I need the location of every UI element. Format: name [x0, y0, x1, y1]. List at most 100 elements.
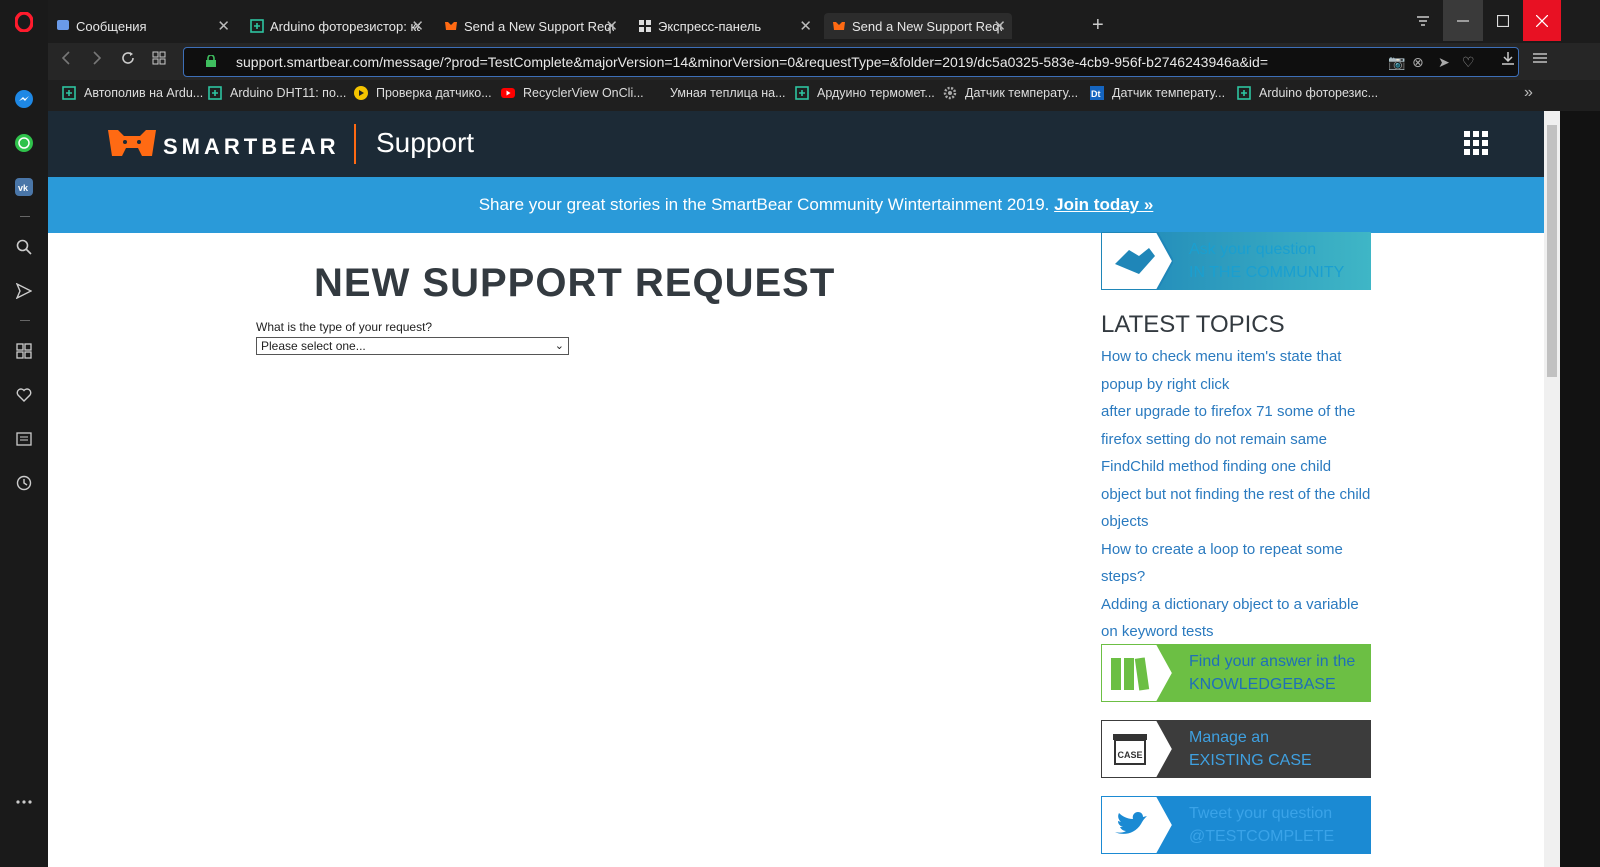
case-icon-label: CASE [1117, 750, 1142, 760]
smartbear-icon [445, 22, 457, 30]
community-promo[interactable]: Ask your question IN THE COMMUNITY [1101, 232, 1371, 290]
tab-support-request-1[interactable]: Send a New Support Reque ✕ [436, 13, 624, 39]
bookmark-item[interactable]: RecyclerView OnCli... [501, 86, 644, 100]
topic-link[interactable]: How to create a loop to repeat some step… [1101, 536, 1373, 591]
more-bookmarks-icon[interactable]: » [1524, 84, 1533, 102]
topic-link[interactable]: FindChild method finding one child objec… [1101, 453, 1373, 536]
bookmark-label: Ардуино термомет... [817, 86, 935, 100]
download-icon[interactable] [1498, 51, 1518, 70]
books-icon [1101, 644, 1175, 702]
case-box-icon: CASE [1101, 720, 1175, 778]
blank-page-icon [648, 86, 662, 100]
web-page: SMARTBEAR Support Share your great stori… [48, 111, 1584, 867]
snapshot-icon[interactable]: 📷 [1388, 54, 1405, 71]
back-icon[interactable] [56, 51, 76, 70]
easy-setup-icon[interactable] [1530, 51, 1550, 69]
tab-speed-dial[interactable]: Экспресс-панель ✕ [630, 13, 818, 39]
whatsapp-icon[interactable] [14, 133, 34, 153]
close-icon[interactable]: ✕ [605, 17, 618, 35]
history-icon[interactable] [14, 473, 34, 493]
bookmark-label: Проверка датчико... [376, 86, 492, 100]
twitter-line2: @TESTCOMPLETE [1189, 828, 1335, 845]
close-window-button[interactable] [1523, 0, 1561, 41]
speed-dial-icon[interactable] [14, 341, 34, 361]
twitter-promo[interactable]: Tweet your question @TESTCOMPLETE [1101, 796, 1371, 854]
bookmark-item[interactable]: Проверка датчико... [354, 86, 492, 100]
close-icon[interactable]: ✕ [217, 17, 230, 35]
address-bar[interactable]: support.smartbear.com/message/?prod=Test… [183, 47, 1519, 77]
speed-dial-nav-icon[interactable] [149, 51, 169, 70]
page-scrollbar[interactable] [1544, 111, 1560, 867]
tab-title: Send a New Support Reque [464, 18, 614, 34]
close-icon[interactable]: ✕ [993, 17, 1006, 35]
twitter-icon [1101, 796, 1175, 854]
minimize-button[interactable] [1443, 0, 1483, 41]
dt-logo-icon: Dt [1090, 86, 1104, 100]
close-icon[interactable]: ✕ [411, 17, 424, 35]
topic-link[interactable]: after upgrade to firefox 71 some of the … [1101, 398, 1373, 453]
search-icon[interactable] [14, 237, 34, 257]
send-icon[interactable] [14, 281, 34, 301]
apps-grid-icon[interactable] [1464, 131, 1488, 155]
bookmark-item[interactable]: Arduino DHT11: по... [208, 86, 346, 100]
latest-topics-list: How to check menu item's state that popu… [1101, 343, 1373, 646]
gear-icon [943, 86, 957, 100]
knowledgebase-promo[interactable]: Find your answer in the KNOWLEDGEBASE [1101, 644, 1371, 702]
select-value: Please select one... [261, 339, 366, 353]
new-tab-button[interactable]: + [1092, 14, 1104, 37]
vk-icon[interactable]: vk [14, 177, 34, 197]
block-icon[interactable]: ⊗ [1412, 54, 1424, 71]
latest-topics-heading: LATEST TOPICS [1101, 311, 1285, 338]
more-icon[interactable] [14, 792, 34, 812]
heart-icon[interactable] [14, 385, 34, 405]
logo-divider [354, 124, 356, 164]
bookmark-plus-icon [250, 19, 264, 33]
sidebar-divider [20, 216, 30, 217]
tab-messages[interactable]: Сообщения ✕ [48, 13, 236, 39]
join-today-link[interactable]: Join today » [1054, 195, 1153, 214]
bookmark-label: Датчик температу... [1112, 86, 1226, 100]
bookmark-item[interactable]: Датчик температу... [943, 86, 1078, 100]
bookmark-item[interactable]: Умная теплица на... [648, 86, 786, 100]
request-type-select[interactable]: Please select one... ⌄ [256, 337, 569, 355]
site-header: SMARTBEAR Support [48, 111, 1584, 177]
knowledgebase-line1: Find your answer in the [1189, 653, 1356, 670]
navigation-bar: support.smartbear.com/message/?prod=Test… [48, 43, 1600, 80]
smartbear-logo-icon[interactable] [108, 128, 156, 158]
topic-link[interactable]: How to check menu item's state that popu… [1101, 343, 1373, 398]
logo-wordmark[interactable]: SMARTBEAR [163, 134, 340, 160]
bookmark-item[interactable]: Dt Датчик температу... [1090, 86, 1225, 100]
existing-case-promo[interactable]: CASE Manage an EXISTING CASE [1101, 720, 1371, 778]
sidebar-divider [20, 320, 30, 321]
url-text[interactable]: support.smartbear.com/message/?prod=Test… [236, 54, 1268, 70]
page-title: NEW SUPPORT REQUEST [314, 261, 836, 305]
bookmark-plus-icon [62, 86, 76, 100]
forward-icon[interactable] [87, 51, 107, 70]
tab-menu-icon[interactable] [1403, 0, 1443, 41]
messages-icon [57, 20, 69, 30]
topic-link[interactable]: Adding a dictionary object to a variable… [1101, 591, 1373, 646]
maximize-button[interactable] [1483, 0, 1523, 41]
bookmark-label: Умная теплица на... [670, 86, 786, 100]
bookmark-item[interactable]: Ардуино термомет... [795, 86, 935, 100]
opera-menu-icon[interactable] [14, 12, 34, 32]
speed-dial-icon [639, 20, 651, 32]
case-line1: Manage an [1189, 729, 1270, 746]
bookmark-label: RecyclerView OnCli... [523, 86, 644, 100]
svg-text:vk: vk [18, 183, 29, 193]
chevron-down-icon: ⌄ [554, 340, 564, 352]
tab-title: Сообщения [76, 18, 147, 34]
bookmark-heart-icon[interactable]: ♡ [1462, 54, 1475, 71]
bookmark-item[interactable]: Arduino фоторезис... [1237, 86, 1378, 100]
tab-arduino-photoresistor[interactable]: Arduino фоторезистор: ка ✕ [242, 13, 430, 39]
scrollbar-thumb[interactable] [1547, 125, 1557, 377]
support-title[interactable]: Support [376, 127, 474, 159]
tab-support-request-active[interactable]: Send a New Support Reque ✕ [824, 13, 1012, 39]
close-icon[interactable]: ✕ [799, 17, 812, 35]
news-icon[interactable] [14, 429, 34, 449]
bookmark-item[interactable]: Автополив на Ardu... [62, 86, 203, 100]
tab-title: Arduino фоторезистор: ка [270, 18, 420, 34]
reload-icon[interactable] [118, 51, 138, 70]
messenger-icon[interactable] [14, 89, 34, 109]
send-to-flow-icon[interactable]: ➤ [1438, 54, 1450, 71]
